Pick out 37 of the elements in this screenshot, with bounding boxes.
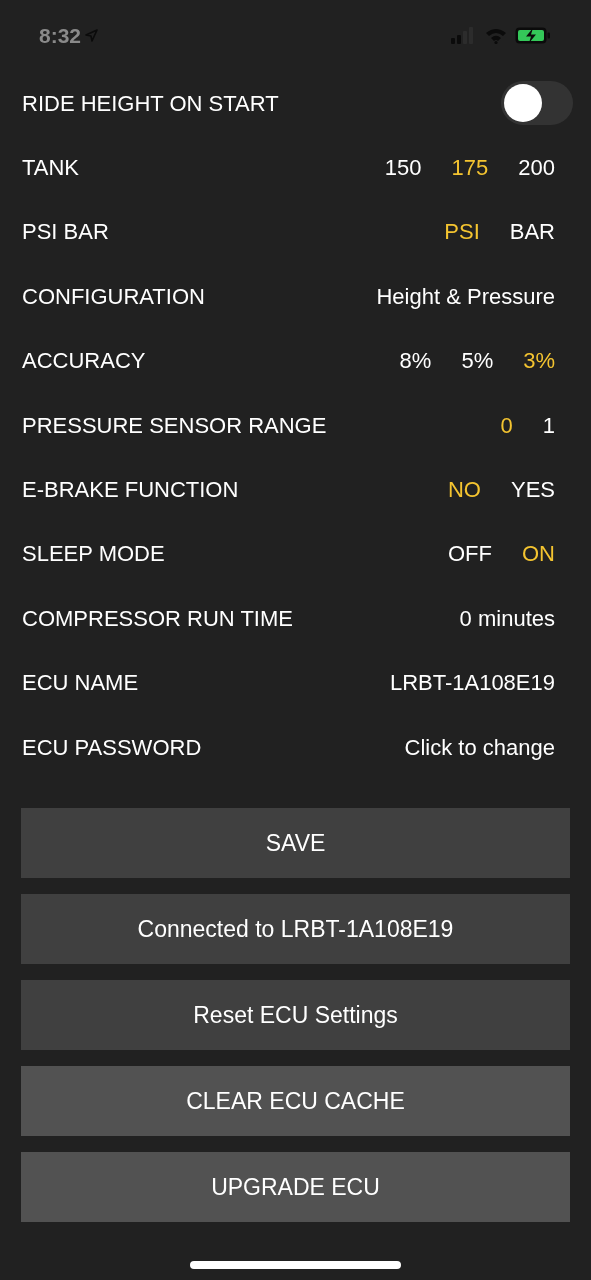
setting-label: TANK bbox=[22, 154, 80, 183]
setting-value[interactable]: Click to change bbox=[404, 730, 555, 764]
setting-value[interactable]: Height & Pressure bbox=[376, 279, 555, 313]
option-button[interactable]: NO bbox=[447, 473, 481, 507]
setting-label: COMPRESSOR RUN TIME bbox=[22, 604, 293, 633]
option-button[interactable]: 200 bbox=[518, 151, 555, 185]
option-button[interactable]: ON bbox=[522, 537, 555, 571]
setting-label: RIDE HEIGHT ON START bbox=[22, 89, 279, 118]
action-button[interactable]: SAVE bbox=[21, 808, 570, 879]
setting-label: SLEEP MODE bbox=[22, 540, 165, 569]
option-button[interactable]: PSI bbox=[444, 215, 480, 249]
option-button[interactable]: 8% bbox=[399, 344, 432, 378]
setting-label: ECU NAME bbox=[22, 669, 139, 698]
setting-label: PSI BAR bbox=[22, 218, 109, 247]
battery-charging-icon bbox=[515, 27, 551, 44]
action-button[interactable]: UPGRADE ECU bbox=[21, 1152, 570, 1223]
setting-label: ACCURACY bbox=[22, 347, 146, 376]
status-time: 8:32 bbox=[39, 22, 82, 49]
option-button[interactable]: 1 bbox=[542, 408, 555, 442]
setting-label: E-BRAKE FUNCTION bbox=[22, 476, 239, 505]
option-button[interactable]: YES bbox=[510, 473, 555, 507]
setting-label: CONFIGURATION bbox=[22, 282, 205, 311]
option-button[interactable]: 3% bbox=[523, 344, 555, 378]
action-button[interactable]: Reset ECU Settings bbox=[21, 980, 570, 1051]
setting-label: PRESSURE SENSOR RANGE bbox=[22, 411, 327, 440]
option-button[interactable]: BAR bbox=[509, 215, 555, 249]
setting-value[interactable]: 0 minutes bbox=[459, 601, 555, 635]
option-button[interactable]: 0 bbox=[500, 408, 513, 442]
action-button[interactable]: CLEAR ECU CACHE bbox=[21, 1066, 570, 1137]
option-button[interactable]: 175 bbox=[451, 151, 489, 185]
option-button[interactable]: 5% bbox=[461, 344, 494, 378]
option-button[interactable]: OFF bbox=[448, 537, 492, 571]
setting-value[interactable]: LRBT-1A108E19 bbox=[389, 666, 555, 700]
action-button[interactable]: Connected to LRBT-1A108E19 bbox=[21, 894, 570, 965]
setting-label: ECU PASSWORD bbox=[22, 733, 202, 762]
toggle-switch[interactable] bbox=[501, 81, 573, 126]
option-button[interactable]: 150 bbox=[384, 151, 422, 185]
